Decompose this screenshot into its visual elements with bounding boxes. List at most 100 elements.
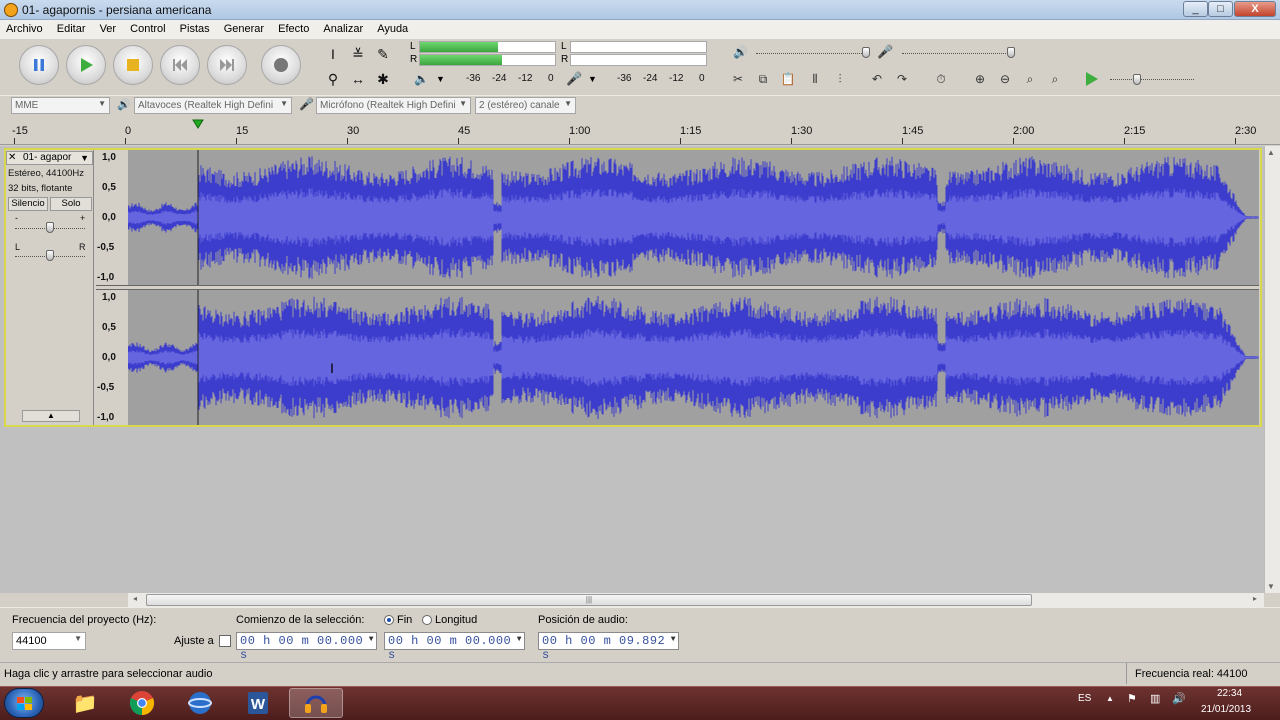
selection-tool[interactable]: I — [322, 44, 344, 64]
zoom-in-icon[interactable]: ⊕ — [970, 71, 990, 88]
waveform-right-channel[interactable] — [128, 290, 1259, 425]
close-button[interactable]: X — [1234, 1, 1276, 17]
speaker-meter-icon[interactable]: 🔈 — [414, 72, 429, 86]
end-radio[interactable]: Fin — [384, 614, 412, 626]
scroll-left-icon[interactable]: ◂ — [133, 594, 137, 603]
collapse-track-button[interactable]: ▲ — [22, 410, 80, 422]
taskbar-word[interactable]: W — [231, 688, 285, 718]
fit-project-icon[interactable]: ⌕ — [1045, 71, 1065, 88]
sync-lock-icon[interactable]: ⏱ — [931, 71, 951, 88]
menu-editar[interactable]: Editar — [51, 20, 91, 35]
silence-icon[interactable]: ⫶ — [830, 71, 850, 88]
menu-efecto[interactable]: Efecto — [272, 20, 314, 35]
taskbar-explorer[interactable]: 📁 — [58, 688, 112, 718]
multi-tool[interactable]: ✱ — [372, 69, 394, 89]
cut-icon[interactable]: ✂ — [728, 71, 748, 88]
selection-start-time[interactable]: 00 h 00 m 00.000 s ▼ — [236, 632, 377, 662]
clock-time[interactable]: 22:34 — [1217, 688, 1242, 699]
input-device-select[interactable]: Micrófono (Realtek High Defini ▼ — [316, 97, 471, 114]
time-shift-tool[interactable]: ↔ — [347, 69, 369, 89]
selection-end-time[interactable]: 00 h 00 m 00.000 s ▼ — [384, 632, 525, 662]
waveform-left-channel[interactable] — [128, 150, 1259, 285]
menu-archivo[interactable]: Archivo — [0, 20, 48, 35]
audio-host-select[interactable]: MME ▼ — [11, 97, 110, 114]
network-icon[interactable]: ▥ — [1150, 692, 1160, 705]
stop-button[interactable] — [113, 45, 153, 85]
title-bar[interactable]: 01- agapornis - persiana americana _ □ X — [0, 0, 1280, 20]
play-at-speed-button[interactable] — [1084, 71, 1100, 90]
chevron-down-icon[interactable]: ▼ — [588, 74, 597, 84]
audio-host-value: MME — [15, 100, 39, 111]
flag-icon[interactable]: ⚑ — [1127, 692, 1137, 705]
paste-icon[interactable]: 📋 — [778, 71, 798, 88]
minimize-button[interactable]: _ — [1183, 1, 1208, 17]
taskbar-audacity[interactable] — [289, 688, 343, 718]
chevron-down-icon[interactable]: ▼ — [436, 74, 445, 84]
record-volume-thumb[interactable] — [1007, 47, 1015, 58]
undo-icon[interactable]: ↶ — [867, 71, 887, 88]
skip-to-start-button[interactable] — [160, 45, 200, 85]
playback-position-marker-icon[interactable] — [192, 119, 204, 129]
menu-pistas[interactable]: Pistas — [174, 20, 215, 35]
scroll-down-icon[interactable]: ▼ — [1267, 582, 1275, 591]
menu-control[interactable]: Control — [124, 20, 170, 35]
channels-select[interactable]: 2 (estéreo) canale ▼ — [475, 97, 576, 114]
taskbar-google-earth[interactable] — [173, 688, 227, 718]
microphone-meter-icon[interactable]: 🎤 — [566, 71, 582, 87]
amplitude-label: -0,5 — [97, 382, 115, 393]
status-bar: Haga clic y arrastre para seleccionar au… — [0, 662, 1280, 684]
track-name-menu[interactable]: 01- agapor ▼ — [6, 151, 93, 165]
play-speed-slider[interactable] — [1110, 79, 1194, 80]
menu-analizar[interactable]: Analizar — [317, 20, 368, 35]
record-button[interactable] — [261, 45, 301, 85]
menu-ayuda[interactable]: Ayuda — [371, 20, 413, 35]
play-icon — [81, 58, 93, 72]
playback-volume-slider[interactable] — [756, 53, 870, 54]
chevron-down-icon: ▼ — [459, 99, 467, 108]
menu-generar[interactable]: Generar — [218, 20, 269, 35]
envelope-tool[interactable]: ≚ — [347, 44, 369, 64]
snap-checkbox[interactable] — [219, 635, 231, 647]
record-meter-right[interactable] — [570, 54, 707, 66]
volume-icon[interactable]: 🔊 — [1172, 692, 1186, 705]
length-radio[interactable]: Longitud — [422, 614, 477, 626]
clock-date[interactable]: 21/01/2013 — [1201, 704, 1251, 715]
pause-button[interactable] — [19, 45, 59, 85]
playback-meter-right[interactable] — [419, 54, 556, 66]
playback-meter-left[interactable] — [419, 41, 556, 53]
record-volume-slider[interactable] — [902, 53, 1014, 54]
copy-icon[interactable]: ⧉ — [753, 71, 773, 88]
solo-button[interactable]: Solo — [50, 197, 92, 211]
fit-selection-icon[interactable]: ⌕ — [1020, 71, 1040, 88]
record-meter-left[interactable] — [570, 41, 707, 53]
horizontal-scroll-thumb[interactable]: ||| — [146, 594, 1032, 606]
taskbar-chrome[interactable] — [115, 688, 169, 718]
show-hidden-icons[interactable]: ▲ — [1106, 694, 1114, 703]
vertical-scrollbar[interactable]: ▲ ▼ — [1264, 146, 1280, 593]
project-rate-select[interactable]: 44100 ▼ — [12, 632, 86, 650]
menu-ver[interactable]: Ver — [94, 20, 122, 35]
zoom-tool[interactable]: ⚲ — [322, 69, 344, 89]
scroll-up-icon[interactable]: ▲ — [1267, 148, 1275, 157]
audio-position-time[interactable]: 00 h 00 m 09.892 s ▼ — [538, 632, 679, 662]
play-button[interactable] — [66, 45, 106, 85]
gain-thumb[interactable] — [46, 222, 54, 233]
playback-volume-thumb[interactable] — [862, 47, 870, 58]
mute-button[interactable]: Silencio — [8, 197, 48, 211]
start-button[interactable] — [4, 688, 44, 718]
window-title: 01- agapornis - persiana americana — [22, 3, 212, 17]
zoom-out-icon[interactable]: ⊖ — [995, 71, 1015, 88]
draw-tool[interactable]: ✎ — [372, 44, 394, 64]
language-indicator[interactable]: ES — [1078, 693, 1091, 704]
redo-icon[interactable]: ↷ — [892, 71, 912, 88]
play-speed-thumb[interactable] — [1133, 74, 1141, 85]
scroll-right-icon[interactable]: ▸ — [1253, 594, 1257, 603]
output-device-select[interactable]: Altavoces (Realtek High Defini ▼ — [134, 97, 292, 114]
trim-icon[interactable]: ⫴ — [805, 71, 825, 88]
close-track-icon[interactable]: ✕ — [8, 152, 16, 163]
pan-left-label: L — [15, 242, 21, 252]
maximize-button[interactable]: □ — [1208, 1, 1233, 17]
ruler-tick — [14, 138, 15, 144]
skip-to-end-button[interactable] — [207, 45, 247, 85]
pan-thumb[interactable] — [46, 250, 54, 261]
